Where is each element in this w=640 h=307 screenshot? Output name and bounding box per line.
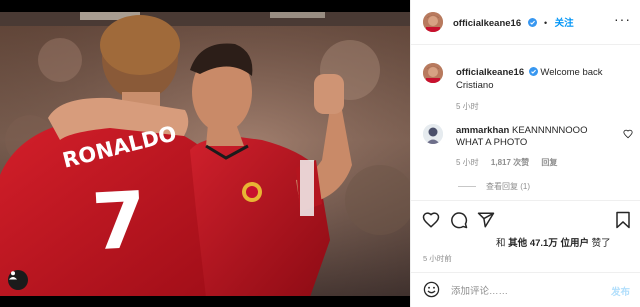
likes-liked-text: 赞了: [591, 238, 611, 249]
bookmark-icon[interactable]: [615, 211, 631, 229]
comment-composer: 发布: [411, 272, 640, 307]
post-side-panel: officialkeane16 • 关注 ··· officialkeane16…: [410, 0, 640, 307]
instagram-post-modal: RONALDO 7 officialkeane16 • 关注 ··· offic…: [0, 0, 640, 307]
comment-like-count[interactable]: 1,817 次赞: [491, 158, 529, 167]
commenter-username[interactable]: ammarkhan: [456, 125, 509, 136]
replies-divider: [458, 186, 476, 187]
action-bar: [411, 200, 640, 238]
comment-like-heart-icon[interactable]: [623, 129, 633, 139]
comment-item: ammarkhan KEANNNNNOOO WHAT A PHOTO 5 小时 …: [423, 122, 635, 168]
verified-badge-icon: [528, 67, 538, 76]
more-options-button[interactable]: ···: [614, 12, 631, 26]
likes-others-link[interactable]: 其他: [508, 238, 527, 249]
comment-input[interactable]: [449, 282, 593, 300]
caption-author-username[interactable]: officialkeane16: [456, 67, 524, 78]
football-players-photo: RONALDO 7: [0, 0, 410, 307]
heart-icon[interactable]: [422, 211, 440, 229]
verified-badge-icon: [527, 18, 537, 27]
view-replies-label: 查看回复 (1): [486, 182, 530, 191]
user-tag-icon[interactable]: [8, 270, 28, 290]
post-header: officialkeane16 • 关注 ···: [411, 0, 640, 45]
view-replies-button[interactable]: 查看回复 (1): [458, 181, 530, 192]
post-comment-button[interactable]: 发布: [611, 284, 630, 298]
header-separator: •: [544, 18, 548, 28]
likes-count[interactable]: 47.1万: [530, 238, 558, 249]
caption-time[interactable]: 5 小时: [456, 101, 630, 112]
likes-summary: 和 其他 47.1万 位用户 赞了: [496, 235, 611, 249]
caption-author-avatar[interactable]: [423, 63, 443, 83]
comment-bubble-icon[interactable]: [450, 211, 468, 229]
shirt-number-text: 7: [90, 176, 149, 269]
post-caption: officialkeane16 Welcome back Cristiano 5…: [423, 63, 630, 112]
comment-time[interactable]: 5 小时: [456, 158, 479, 167]
likes-prefix: 和: [496, 238, 506, 249]
author-username[interactable]: officialkeane16: [453, 18, 521, 29]
comment-meta: 5 小时 1,817 次赞 回复: [456, 157, 635, 168]
paper-plane-icon[interactable]: [477, 211, 495, 229]
likes-user-suffix[interactable]: 位用户: [560, 238, 589, 249]
post-photo[interactable]: RONALDO 7: [0, 0, 410, 307]
author-avatar[interactable]: [423, 12, 443, 32]
follow-button[interactable]: 关注: [555, 18, 574, 29]
post-timestamp[interactable]: 5 小时前: [423, 253, 452, 264]
reply-button[interactable]: 回复: [541, 158, 557, 167]
commenter-avatar[interactable]: [423, 124, 443, 144]
emoji-smile-icon[interactable]: [423, 281, 440, 298]
